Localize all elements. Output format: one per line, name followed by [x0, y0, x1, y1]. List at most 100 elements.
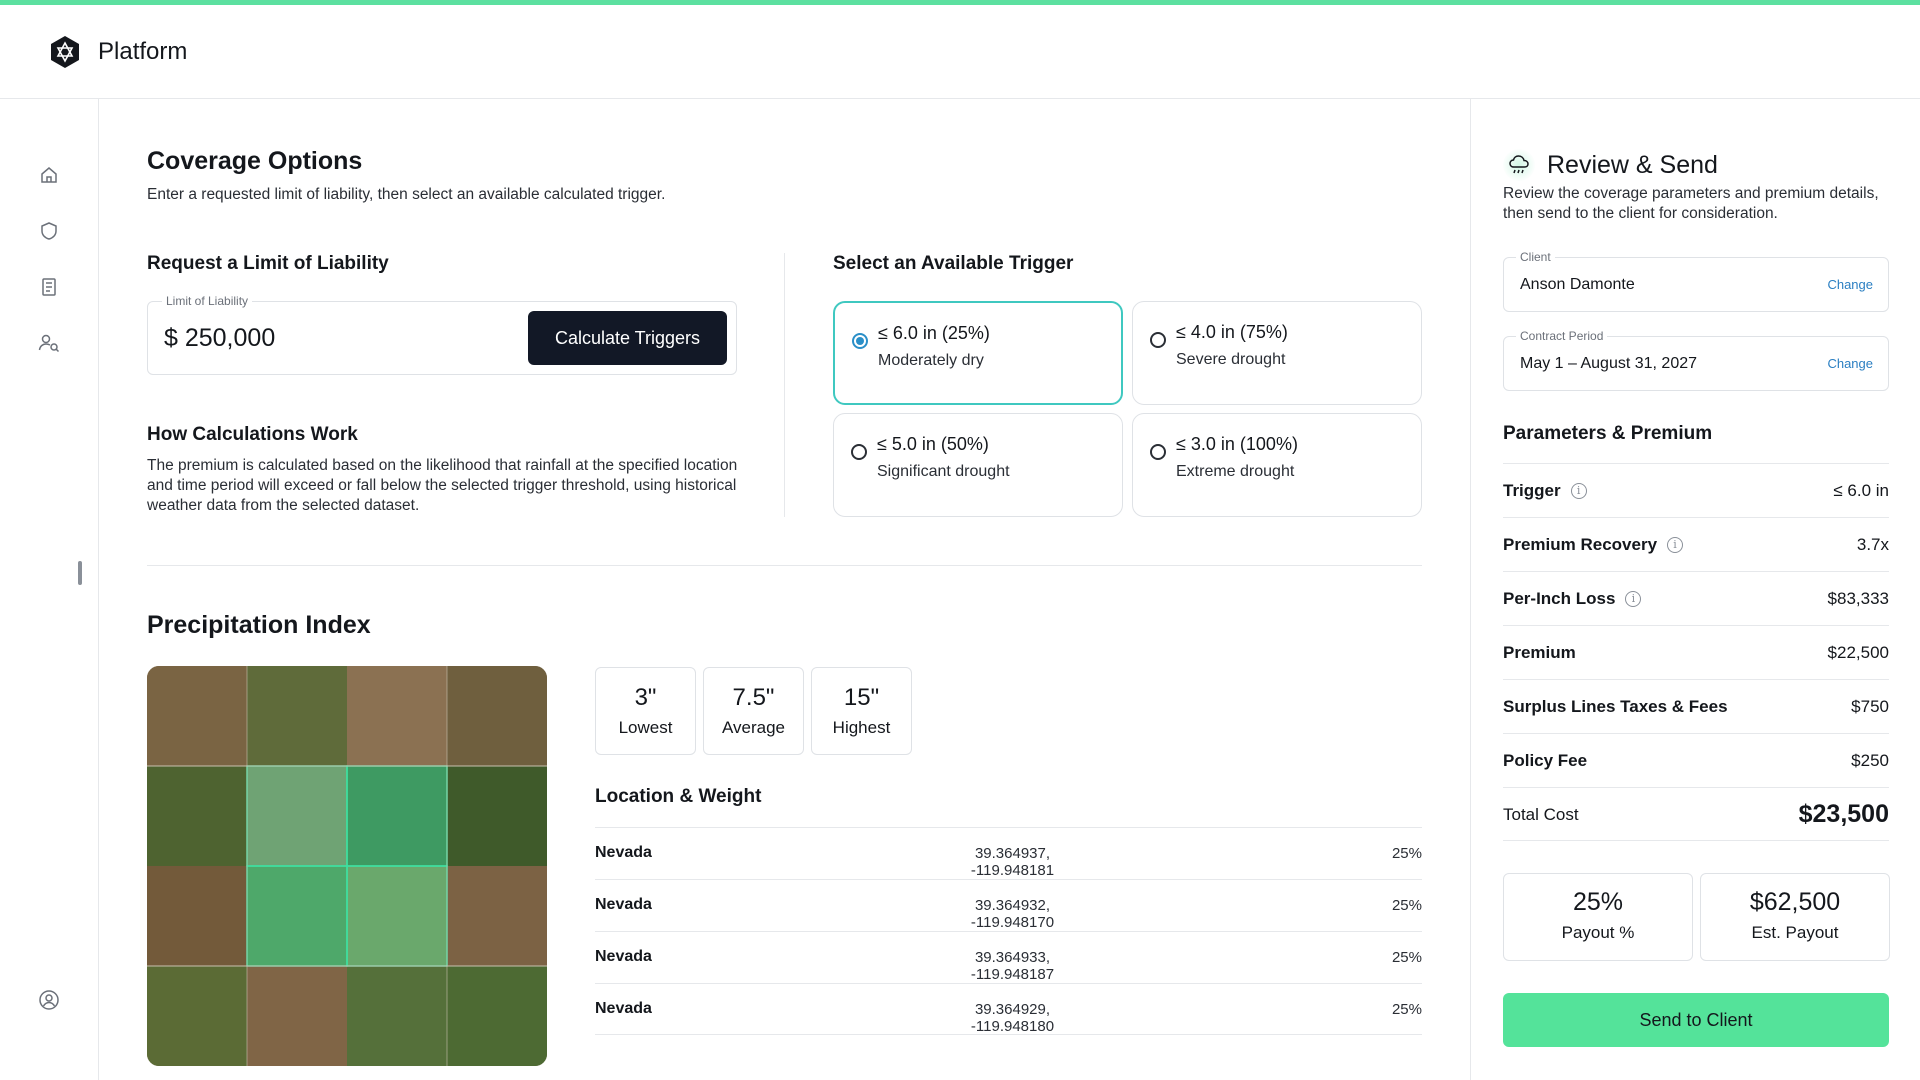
payout-percent-card: 25% Payout % [1503, 873, 1693, 961]
param-label: Premium [1503, 643, 1576, 662]
radio-unselected[interactable] [851, 444, 867, 460]
trigger-option-subtitle: Severe drought [1176, 351, 1286, 368]
section-divider-horizontal [147, 565, 1422, 566]
stat-highest: 15" Highest [811, 667, 912, 755]
client-field: Client Anson Damonte Change [1503, 250, 1889, 312]
location-name: Nevada [595, 948, 652, 965]
coverage-description: Enter a requested limit of liability, th… [147, 186, 666, 203]
stat-label: Highest [832, 718, 891, 737]
est-payout-label: Est. Payout [1751, 923, 1839, 942]
radio-unselected[interactable] [1150, 444, 1166, 460]
trigger-option-5in[interactable]: ≤ 5.0 in (50%) Significant drought [833, 413, 1123, 517]
location-table: Nevada 39.364937, -119.948181 25% Nevada… [595, 827, 1422, 1035]
stat-value: 3" [634, 684, 657, 711]
send-to-client-button[interactable]: Send to Client [1503, 993, 1889, 1047]
stat-label: Average [721, 718, 785, 737]
param-value: $83,333 [1827, 589, 1889, 608]
location-name: Nevada [595, 896, 652, 913]
trigger-option-subtitle: Extreme drought [1176, 463, 1295, 480]
stat-label: Lowest [618, 718, 673, 737]
stat-value: 7.5" [732, 684, 775, 711]
param-label: Trigger [1503, 481, 1561, 500]
sidebar [0, 99, 99, 1080]
limit-of-liability-field[interactable]: Limit of Liability $ 250,000 Calculate T… [147, 294, 737, 375]
trigger-option-title: ≤ 3.0 in (100%) [1176, 434, 1298, 454]
param-label: Policy Fee [1503, 751, 1588, 770]
location-coords: 39.364937, -119.948181 [970, 845, 1055, 879]
param-value: $250 [1851, 751, 1889, 770]
limit-title: Request a Limit of Liability [147, 253, 389, 274]
location-weight: 25% [1391, 845, 1422, 862]
info-icon[interactable]: i [1570, 483, 1587, 499]
param-value: $22,500 [1827, 643, 1889, 662]
trigger-option-subtitle: Significant drought [877, 463, 1010, 480]
user-circle-icon[interactable] [37, 988, 61, 1012]
limit-input[interactable]: $ 250,000 [164, 324, 275, 353]
location-weight: 25% [1391, 949, 1422, 966]
location-name: Nevada [595, 1000, 652, 1017]
client-value: Anson Damonte [1520, 276, 1635, 293]
radio-unselected[interactable] [1150, 332, 1166, 348]
main-content: Coverage Options Enter a requested limit… [99, 99, 1470, 1080]
payout-percent-label: Payout % [1561, 923, 1635, 942]
document-icon[interactable] [37, 275, 61, 299]
calculate-triggers-button[interactable]: Calculate Triggers [528, 311, 727, 365]
client-label: Client [1516, 250, 1555, 264]
satellite-map[interactable] [147, 666, 547, 1066]
shield-icon[interactable] [37, 219, 61, 243]
contract-value: May 1 – August 31, 2027 [1520, 355, 1698, 372]
location-coords: 39.364933, -119.948187 [970, 949, 1055, 983]
param-label: Surplus Lines Taxes & Fees [1503, 697, 1728, 716]
trigger-option-title: ≤ 4.0 in (75%) [1176, 322, 1288, 342]
location-weight: 25% [1391, 1001, 1422, 1018]
table-row[interactable]: Nevada 39.364933, -119.948187 25% [595, 931, 1422, 983]
param-value: ≤ 6.0 in [1833, 481, 1889, 500]
location-name: Nevada [595, 844, 652, 861]
change-client-link[interactable]: Change [1827, 277, 1873, 292]
brand-name: Platform [98, 37, 188, 65]
review-description: Review the coverage parameters and premi… [1503, 185, 1879, 222]
info-icon[interactable]: i [1667, 537, 1684, 553]
param-label: Total Cost [1503, 805, 1579, 824]
trigger-option-3in[interactable]: ≤ 3.0 in (100%) Extreme drought [1132, 413, 1422, 517]
trigger-option-6in[interactable]: ≤ 6.0 in (25%) Moderately dry [833, 301, 1123, 405]
platform-logo-icon[interactable] [46, 33, 84, 71]
table-row[interactable]: Nevada 39.364932, -119.948170 25% [595, 879, 1422, 931]
trigger-option-subtitle: Moderately dry [878, 352, 984, 369]
table-row[interactable]: Nevada 39.364937, -119.948181 25% [595, 827, 1422, 879]
param-label: Premium Recovery [1503, 535, 1658, 554]
info-icon[interactable]: i [1625, 591, 1642, 607]
coverage-title: Coverage Options [147, 147, 363, 175]
trigger-title: Select an Available Trigger [833, 253, 1074, 274]
param-label: Per-Inch Loss [1503, 589, 1616, 608]
precipitation-title: Precipitation Index [147, 611, 371, 639]
sidebar-scroll-handle[interactable] [78, 561, 82, 585]
location-coords: 39.364932, -119.948170 [970, 897, 1055, 931]
param-total-cost: Total Cost $23,500 [1503, 787, 1889, 841]
est-payout-value: $62,500 [1749, 888, 1841, 916]
total-cost-value: $23,500 [1798, 800, 1889, 828]
stat-lowest: 3" Lowest [595, 667, 696, 755]
how-calculations-title: How Calculations Work [147, 424, 358, 445]
payout-percent-value: 25% [1572, 888, 1624, 916]
radio-selected[interactable] [852, 333, 868, 349]
app-header: Platform [0, 5, 1920, 99]
section-divider-vertical [784, 253, 785, 517]
est-payout-card: $62,500 Est. Payout [1700, 873, 1890, 961]
params-title: Parameters & Premium [1503, 423, 1713, 444]
review-panel: Review & Send Review the coverage parame… [1470, 99, 1920, 1080]
table-row[interactable]: Nevada 39.364929, -119.948180 25% [595, 983, 1422, 1035]
location-weight-title: Location & Weight [595, 786, 762, 807]
location-coords: 39.364929, -119.948180 [970, 1001, 1055, 1035]
change-contract-link[interactable]: Change [1827, 356, 1873, 371]
contract-period-field: Contract Period May 1 – August 31, 2027 … [1503, 329, 1889, 391]
home-icon[interactable] [37, 163, 61, 187]
users-search-icon[interactable] [37, 331, 61, 355]
param-value: 3.7x [1856, 535, 1889, 554]
param-premium: Premium $22,500 [1503, 625, 1889, 679]
trigger-option-4in[interactable]: ≤ 4.0 in (75%) Severe drought [1132, 301, 1422, 405]
param-premium-recovery: Premium Recovery i 3.7x [1503, 517, 1889, 571]
trigger-option-title: ≤ 6.0 in (25%) [878, 323, 990, 343]
params-list: Trigger i ≤ 6.0 in Premium Recovery i 3.7x… [1503, 463, 1889, 841]
review-title: Review & Send [1547, 150, 1718, 179]
